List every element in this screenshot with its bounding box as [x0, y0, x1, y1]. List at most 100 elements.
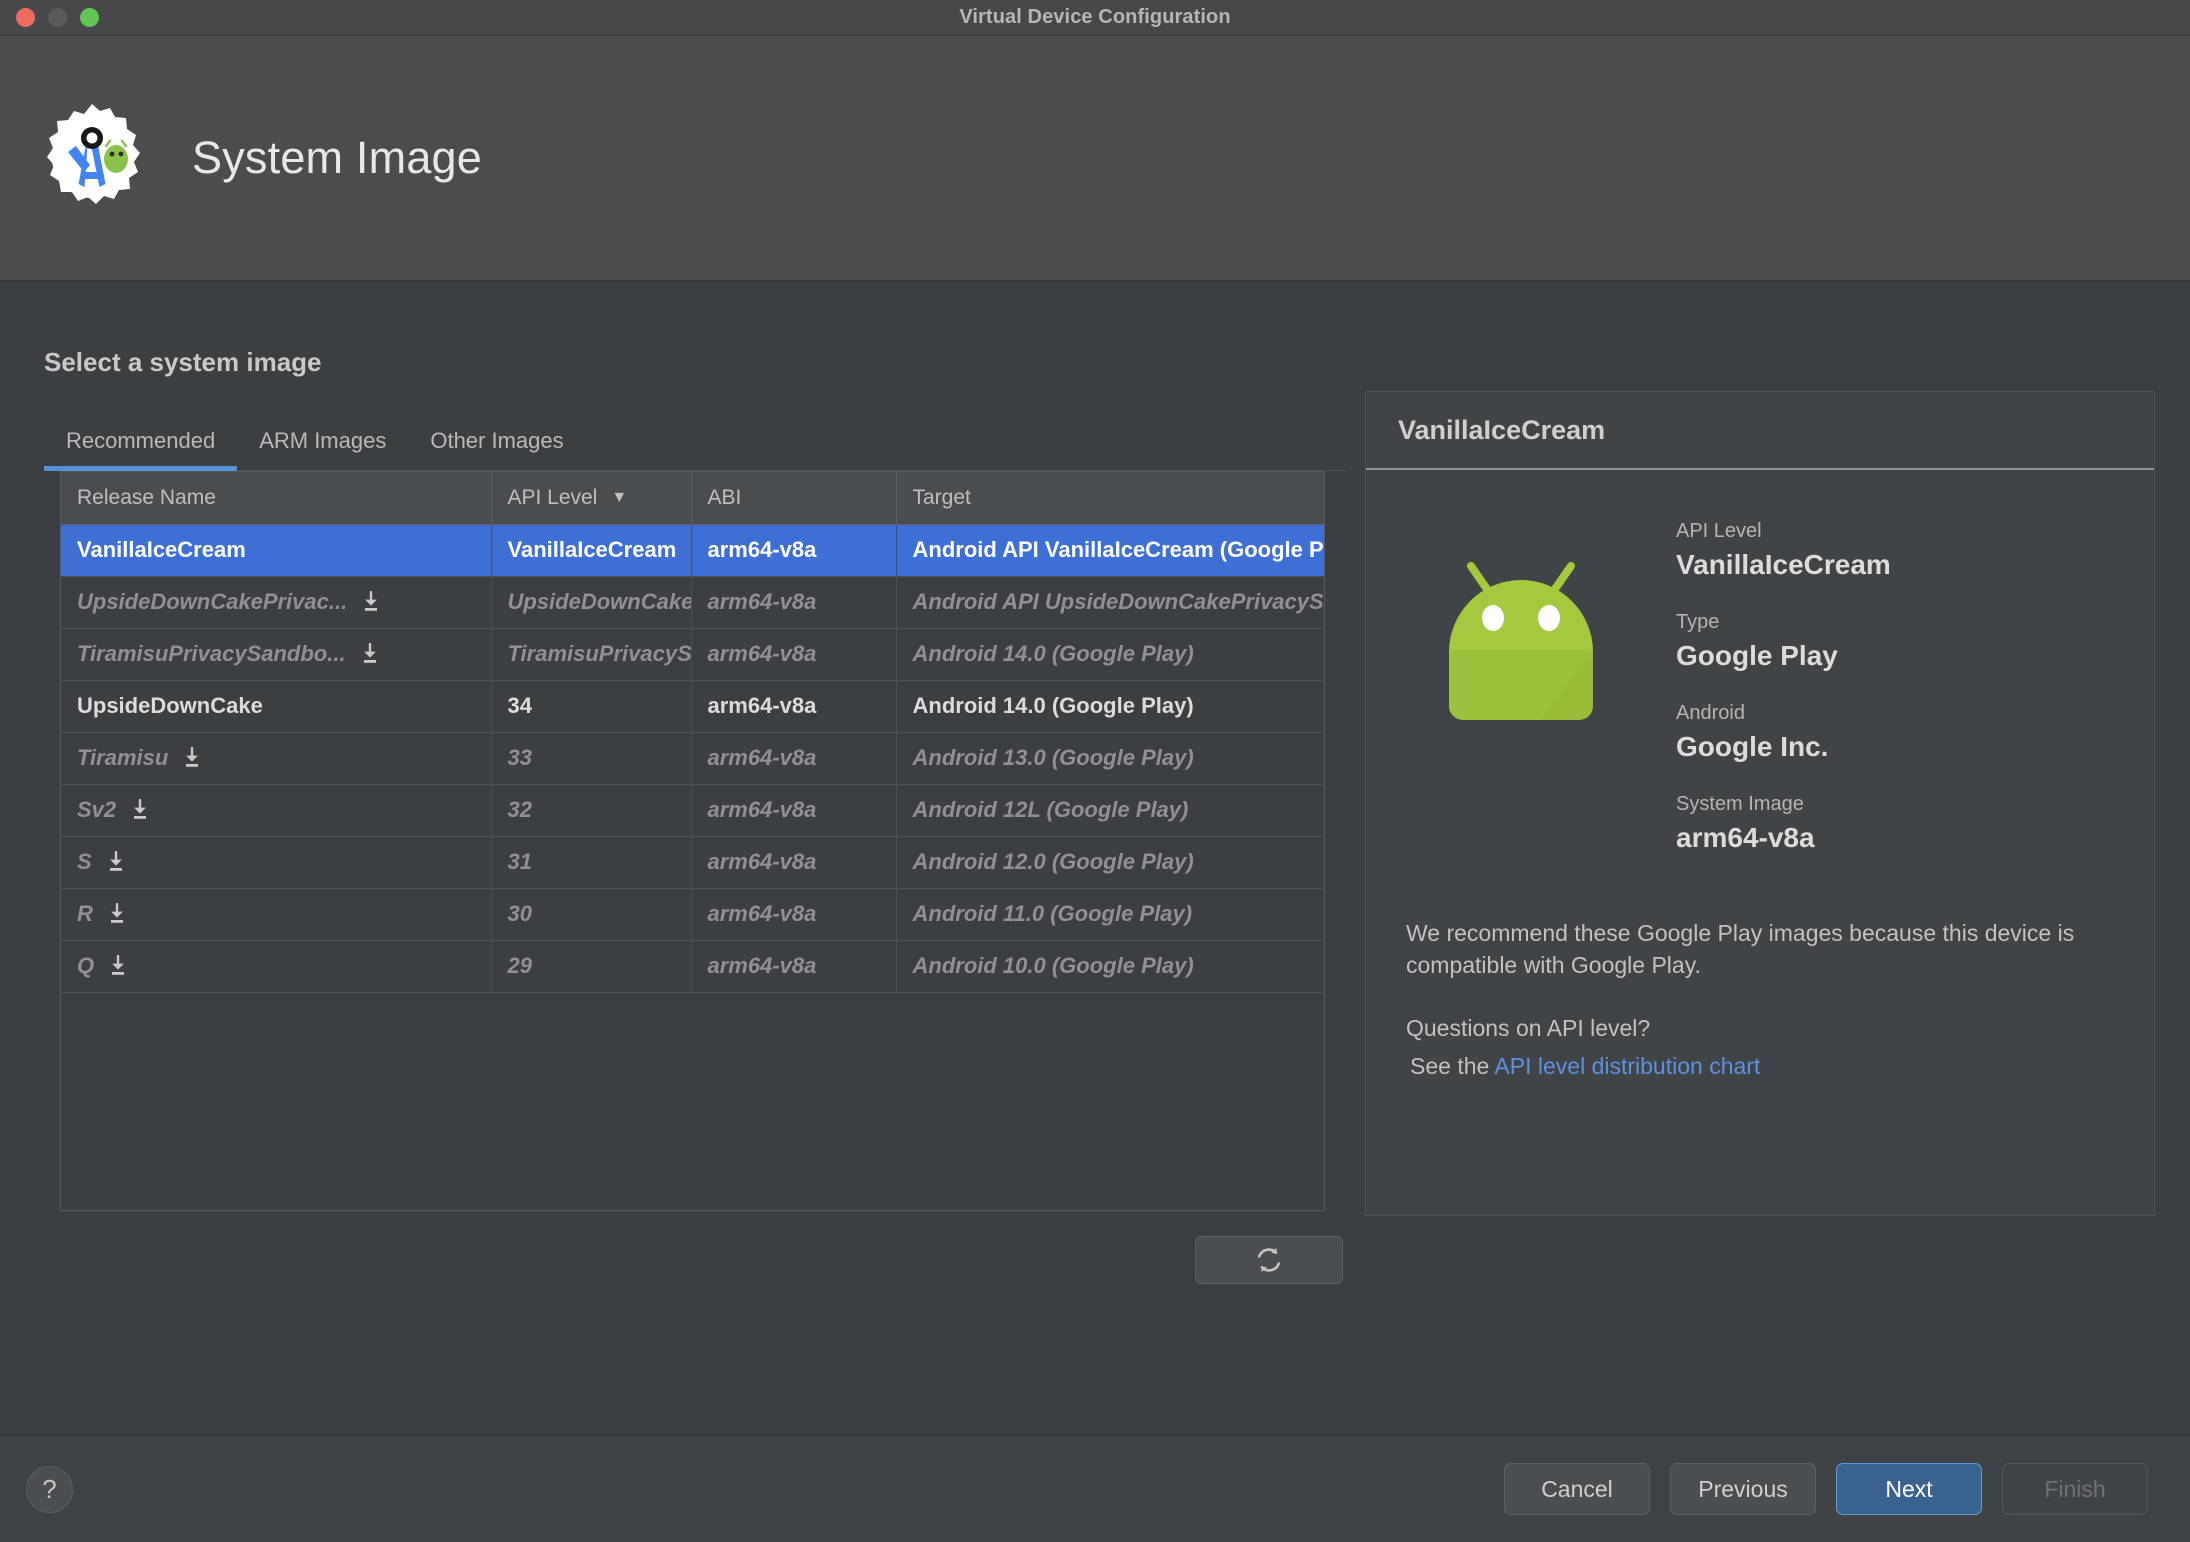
wizard-footer: ? Cancel Previous Next Finish	[0, 1435, 2190, 1542]
release-name-label: Q	[77, 953, 95, 978]
recommendation-text: We recommend these Google Play images be…	[1406, 920, 2075, 978]
next-button[interactable]: Next	[1836, 1463, 1982, 1515]
window-controls	[0, 8, 99, 27]
image-category-tabs: Recommended ARM Images Other Images	[44, 409, 1347, 471]
chevron-down-icon: ▼	[611, 488, 628, 506]
detail-panel-summary: API Level VanillaIceCream Type Google Pl…	[1366, 470, 2154, 900]
download-icon	[110, 903, 123, 923]
download-icon	[365, 591, 378, 611]
cell-api-level: 33	[491, 732, 692, 785]
cell-target: Android 13.0 (Google Play)	[896, 732, 1324, 785]
previous-button[interactable]: Previous	[1670, 1463, 1816, 1515]
api-question-text: Questions on API level?	[1406, 1015, 1651, 1042]
cell-target: Android API UpsideDownCakePrivacySandbox…	[896, 576, 1324, 629]
release-name-label: Tiramisu	[77, 745, 169, 770]
cell-api-level: UpsideDownCakePrivacySandbox	[491, 576, 692, 629]
download-icon[interactable]	[130, 799, 150, 821]
column-header-target[interactable]: Target	[896, 472, 1324, 525]
wizard-header: System Image	[0, 36, 2190, 281]
footer-button-row: Cancel Previous Next Finish	[1504, 1463, 2190, 1515]
refresh-icon	[1257, 1247, 1281, 1273]
see-the-label: See the	[1410, 1053, 1490, 1080]
download-icon	[134, 799, 147, 819]
column-header-api-level[interactable]: API Level ▼	[491, 472, 692, 525]
cell-abi: arm64-v8a	[691, 524, 897, 577]
cancel-button[interactable]: Cancel	[1504, 1463, 1650, 1515]
download-icon	[109, 851, 122, 871]
table-row[interactable]: Sv2 32 arm64-v8a Android 12L (Google Play)	[61, 784, 1324, 837]
cell-abi: arm64-v8a	[691, 732, 897, 785]
table-header-row: Release Name API Level ▼ ABI Target	[61, 472, 1324, 525]
cell-target: Android 14.0 (Google Play)	[896, 628, 1324, 681]
cell-abi: arm64-v8a	[691, 628, 897, 681]
fact-value-system-image: arm64-v8a	[1676, 822, 1815, 853]
maximize-window-button[interactable]	[80, 8, 99, 27]
cell-release-name: S	[61, 836, 492, 889]
cell-target: Android 11.0 (Google Play)	[896, 888, 1324, 941]
release-name-label: TiramisuPrivacySandbo...	[77, 641, 346, 666]
download-icon[interactable]	[107, 903, 127, 925]
help-button[interactable]: ?	[26, 1465, 73, 1513]
detail-panel-title: VanillaIceCream	[1366, 392, 2154, 470]
table-row[interactable]: UpsideDownCake 34 arm64-v8a Android 14.0 (G…	[61, 680, 1324, 733]
table-empty-space	[61, 992, 1324, 1210]
api-level-distribution-chart-link[interactable]: API level distribution chart	[1494, 1053, 1760, 1079]
tab-other-images[interactable]: Other Images	[408, 428, 585, 470]
system-image-table[interactable]: Release Name API Level▼ ABI Target Vani	[60, 471, 1325, 1211]
column-header-abi-label: ABI	[707, 485, 742, 509]
detail-panel-note: We recommend these Google Play images be…	[1366, 900, 2154, 1083]
android-robot-icon	[1366, 502, 1676, 900]
cell-api-level: VanillaIceCream	[491, 524, 692, 577]
fact-value-api-level: VanillaIceCream	[1676, 549, 1891, 580]
cell-api-level: 29	[491, 940, 692, 993]
fact-label-api-level: API Level	[1676, 520, 1762, 542]
cell-api-level: 32	[491, 784, 692, 837]
refresh-button[interactable]	[1195, 1236, 1343, 1284]
cell-abi: arm64-v8a	[691, 836, 897, 889]
download-icon[interactable]	[108, 955, 128, 977]
cell-release-name: R	[61, 888, 492, 941]
fact-label-android: Android	[1676, 702, 1745, 724]
window-titlebar: Virtual Device Configuration	[0, 0, 2190, 36]
download-icon	[112, 955, 125, 975]
detail-facts-list: API Level VanillaIceCream Type Google Pl…	[1676, 502, 1891, 900]
page-title: System Image	[192, 132, 483, 183]
tab-arm-images[interactable]: ARM Images	[237, 428, 408, 470]
tab-recommended[interactable]: Recommended	[44, 428, 238, 471]
cell-release-name: Tiramisu	[61, 732, 492, 785]
download-icon	[186, 747, 199, 767]
table-row[interactable]: Q 29 arm64-v8a Android 10.0 (Google Play)	[61, 940, 1324, 993]
finish-button[interactable]: Finish	[2002, 1463, 2148, 1515]
table-row[interactable]: VanillaIceCream VanillaIceCream arm64-v8a A…	[61, 524, 1324, 577]
cell-release-name: Sv2	[61, 784, 492, 837]
download-icon[interactable]	[182, 747, 202, 769]
cell-abi: arm64-v8a	[691, 940, 897, 993]
release-name-label: Sv2	[77, 797, 117, 822]
android-studio-icon	[36, 102, 148, 214]
download-icon[interactable]	[106, 851, 126, 873]
fact-value-type: Google Play	[1676, 640, 1838, 671]
table-row[interactable]: TiramisuPrivacySandbo... TiramisuPrivacyS…	[61, 628, 1324, 681]
release-name-label: UpsideDownCakePrivac...	[77, 589, 348, 614]
download-icon[interactable]	[360, 643, 380, 665]
cell-api-level: 31	[491, 836, 692, 889]
column-header-release-name-label: Release Name	[77, 485, 216, 509]
cell-release-name: UpsideDownCakePrivac...	[61, 576, 492, 629]
release-name-label: R	[77, 901, 93, 926]
table-row[interactable]: S 31 arm64-v8a Android 12.0 (Google Play)	[61, 836, 1324, 889]
cell-target: Android 12L (Google Play)	[896, 784, 1324, 837]
column-header-abi[interactable]: ABI	[691, 472, 897, 525]
download-icon[interactable]	[361, 591, 381, 613]
minimize-window-button[interactable]	[48, 8, 67, 27]
column-header-release-name[interactable]: Release Name	[61, 472, 492, 525]
fact-value-android: Google Inc.	[1676, 731, 1829, 762]
cell-target: Android 12.0 (Google Play)	[896, 836, 1324, 889]
table-row[interactable]: UpsideDownCakePrivac... UpsideDownCakePri…	[61, 576, 1324, 629]
close-window-button[interactable]	[16, 8, 35, 27]
table-row[interactable]: Tiramisu 33 arm64-v8a Android 13.0 (Google …	[61, 732, 1324, 785]
download-icon	[363, 643, 376, 663]
table-row[interactable]: R 30 arm64-v8a Android 11.0 (Google Play)	[61, 888, 1324, 941]
release-name-label: UpsideDownCake	[77, 693, 263, 718]
section-title: Select a system image	[44, 347, 322, 377]
cell-api-level: 30	[491, 888, 692, 941]
